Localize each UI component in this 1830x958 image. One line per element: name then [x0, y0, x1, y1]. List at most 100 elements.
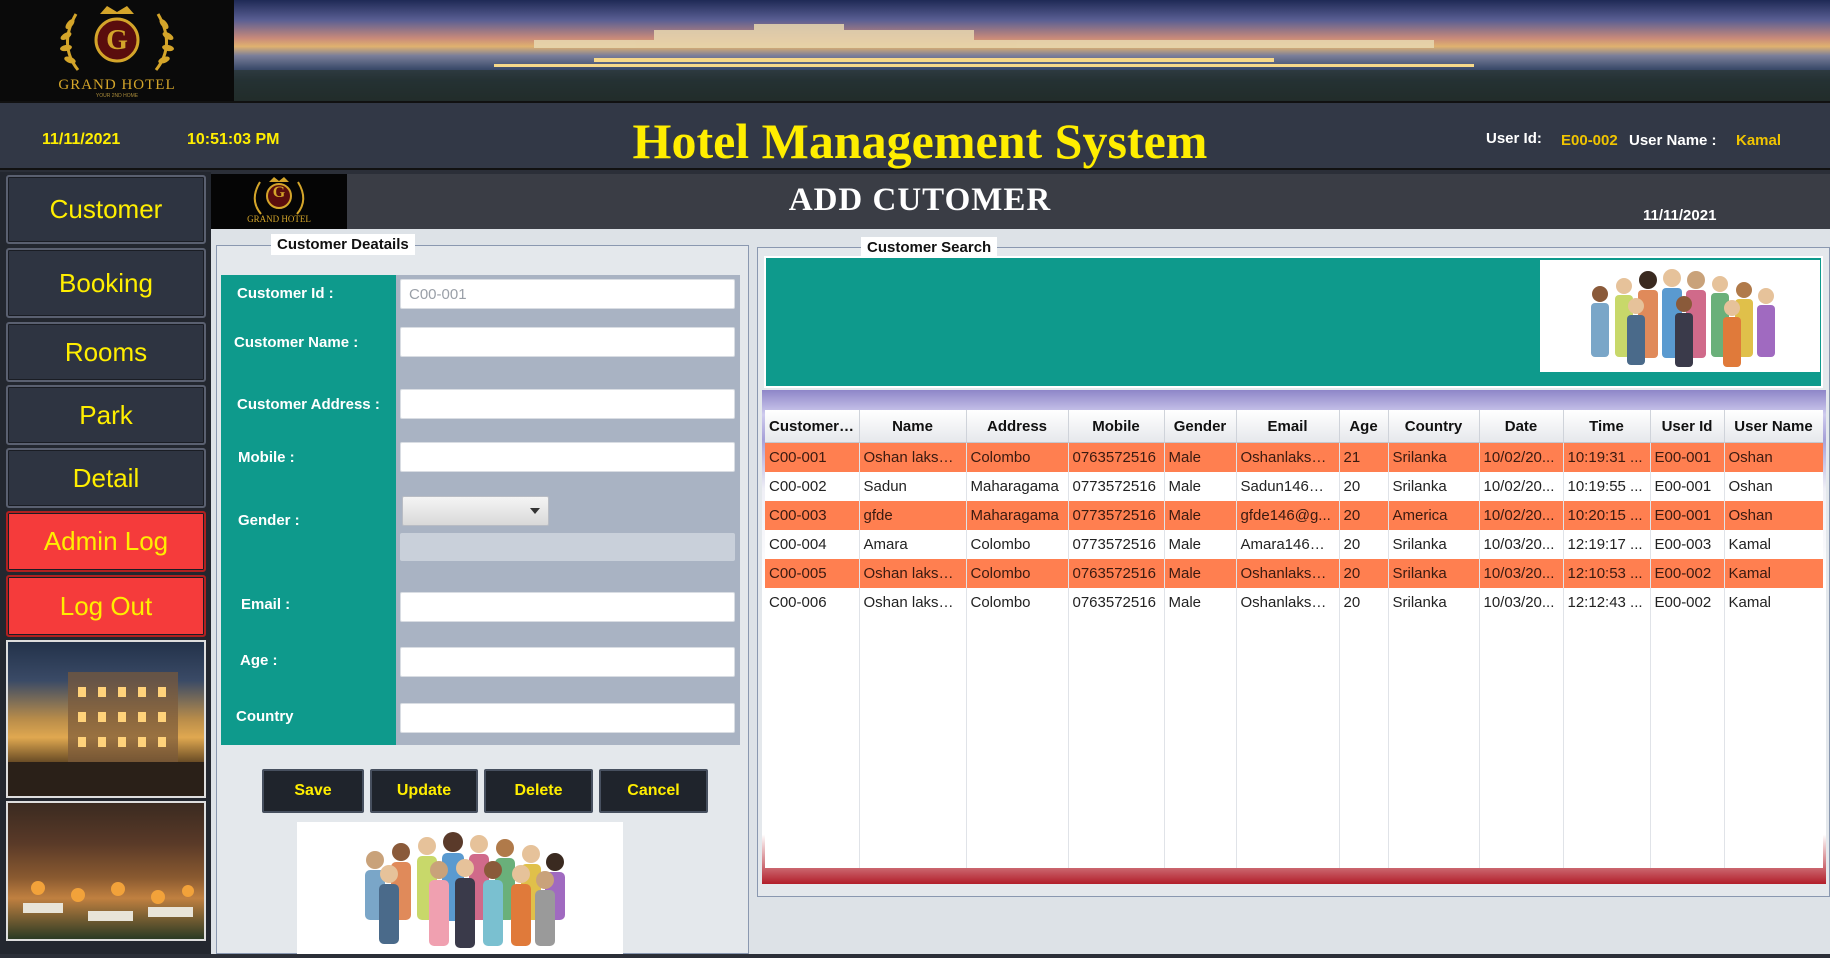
gender-dropdown[interactable] [402, 496, 549, 526]
table-cell: 0773572516 [1068, 501, 1165, 530]
table-cell: Kamal [1724, 588, 1823, 617]
table-row[interactable]: C00-004 Amara Colombo 0773572516 Male Amara14… [765, 530, 1823, 559]
customer-id-label: Customer Id : [237, 285, 334, 302]
country-field[interactable] [400, 703, 735, 733]
column-header-mobile[interactable]: Mobile [1068, 410, 1165, 443]
table-cell: 20 [1339, 501, 1389, 530]
column-header-country[interactable]: Country [1388, 410, 1480, 443]
table-cell: Oshanlakshi... [1236, 442, 1340, 472]
table-empty-area [765, 617, 1823, 868]
header-time: 10:51:03 PM [187, 131, 280, 148]
table-cell: 12:12:43 ... [1563, 588, 1651, 617]
table-cell: Male [1164, 442, 1237, 472]
update-button[interactable]: Update [370, 769, 478, 813]
hotel-exterior-image [6, 640, 206, 798]
hotel-restaurant-image [6, 801, 206, 941]
sidebar-item-booking[interactable]: Booking [6, 248, 206, 318]
table-cell: Colombo [966, 442, 1069, 472]
mobile-field[interactable] [400, 442, 735, 472]
sidebar-item-park[interactable]: Park [6, 385, 206, 445]
table-cell: C00-005 [765, 559, 860, 588]
chevron-down-icon [530, 508, 540, 514]
age-field[interactable] [400, 647, 735, 677]
user-id-value: E00-002 [1561, 132, 1618, 149]
table-cell: Srilanka [1388, 442, 1480, 472]
table-row[interactable]: C00-002 Sadun Maharagama 0773572516 Male Sadu… [765, 472, 1823, 501]
table-cell: 10/02/20... [1479, 442, 1564, 472]
table-cell: 0773572516 [1068, 530, 1165, 559]
column-header-user-name[interactable]: User Name [1724, 410, 1823, 443]
column-header-age[interactable]: Age [1339, 410, 1389, 443]
sidebar-item-rooms[interactable]: Rooms [6, 322, 206, 382]
country-label: Country [236, 708, 294, 725]
table-cell: Srilanka [1388, 530, 1480, 559]
customer-id-field[interactable] [400, 279, 735, 309]
customer-address-label: Customer Address : [237, 396, 380, 413]
age-label: Age : [240, 652, 278, 669]
table-row[interactable]: C00-001 Oshan lakshi... Colombo 0763572516 M… [765, 442, 1823, 472]
table-cell: Amara146@... [1236, 530, 1340, 559]
mobile-label: Mobile : [238, 449, 295, 466]
table-cell: 0763572516 [1068, 588, 1165, 617]
table-cell: 10/02/20... [1479, 501, 1564, 530]
user-name-label: User Name : [1629, 132, 1717, 149]
customer-name-field[interactable] [400, 327, 735, 357]
table-cell: Kamal [1724, 559, 1823, 588]
table-cell: Male [1164, 559, 1237, 588]
table-cell: Oshan lakshi... [859, 442, 967, 472]
column-header-date[interactable]: Date [1479, 410, 1564, 443]
column-header-name[interactable]: Name [859, 410, 967, 443]
table-cell: E00-001 [1650, 442, 1725, 472]
table-cell: E00-002 [1650, 559, 1725, 588]
table-cell: C00-002 [765, 472, 860, 501]
sidebar-item-customer[interactable]: Customer [6, 175, 206, 244]
customer-table[interactable]: Customer Id Name Address Mobile Gender E… [765, 410, 1823, 868]
column-header-user-id[interactable]: User Id [1650, 410, 1725, 443]
header-date: 11/11/2021 [42, 131, 121, 148]
table-cell: C00-003 [765, 501, 860, 530]
table-cell: 10/03/20... [1479, 530, 1564, 559]
table-row[interactable]: C00-006 Oshan lakshi... Colombo 0763572516 M… [765, 588, 1823, 617]
table-cell: C00-004 [765, 530, 860, 559]
table-cell: Sadun146@... [1236, 472, 1340, 501]
sidebar-item-detail[interactable]: Detail [6, 448, 206, 508]
logo-text: GRAND HOTEL [247, 214, 311, 224]
column-header-time[interactable]: Time [1563, 410, 1651, 443]
table-cell: Male [1164, 472, 1237, 501]
table-cell: Srilanka [1388, 559, 1480, 588]
table-cell: 10/03/20... [1479, 588, 1564, 617]
column-header-email[interactable]: Email [1236, 410, 1340, 443]
logo-text: GRAND HOTEL [58, 77, 176, 93]
column-header-address[interactable]: Address [966, 410, 1069, 443]
table-cell: E00-003 [1650, 530, 1725, 559]
email-field[interactable] [400, 592, 735, 622]
save-button[interactable]: Save [262, 769, 364, 813]
customer-name-label: Customer Name : [234, 334, 359, 351]
table-cell: 0763572516 [1068, 559, 1165, 588]
user-name-value: Kamal [1736, 132, 1782, 149]
gender-field-disabled [400, 533, 735, 561]
table-row[interactable]: C00-003 gfde Maharagama 0773572516 Male gfde1… [765, 501, 1823, 530]
column-header-gender[interactable]: Gender [1164, 410, 1237, 443]
table-cell: Male [1164, 588, 1237, 617]
table-cell: 21 [1339, 442, 1389, 472]
sidebar-item-log-out[interactable]: Log Out [6, 575, 206, 637]
table-cell: Male [1164, 501, 1237, 530]
logo-letter: G [272, 184, 286, 201]
user-id-label: User Id: [1486, 130, 1542, 147]
cancel-button[interactable]: Cancel [599, 769, 708, 813]
app-title: Hotel Management System [632, 113, 1208, 169]
table-cell: Oshanlakshi... [1236, 588, 1340, 617]
column-header-customer-id[interactable]: Customer Id [765, 410, 860, 443]
delete-button[interactable]: Delete [484, 769, 593, 813]
table-cell: Maharagama [966, 472, 1069, 501]
sidebar-item-admin-log[interactable]: Admin Log [6, 511, 206, 572]
table-cell: Srilanka [1388, 588, 1480, 617]
table-cell: Maharagama [966, 501, 1069, 530]
table-cell: Colombo [966, 588, 1069, 617]
table-cell: 20 [1339, 588, 1389, 617]
table-cell: Oshan [1724, 442, 1823, 472]
table-row[interactable]: C00-005 Oshan lakshi... Colombo 0763572516 M… [765, 559, 1823, 588]
customer-address-field[interactable] [400, 389, 735, 419]
table-cell: gfde146@g... [1236, 501, 1340, 530]
